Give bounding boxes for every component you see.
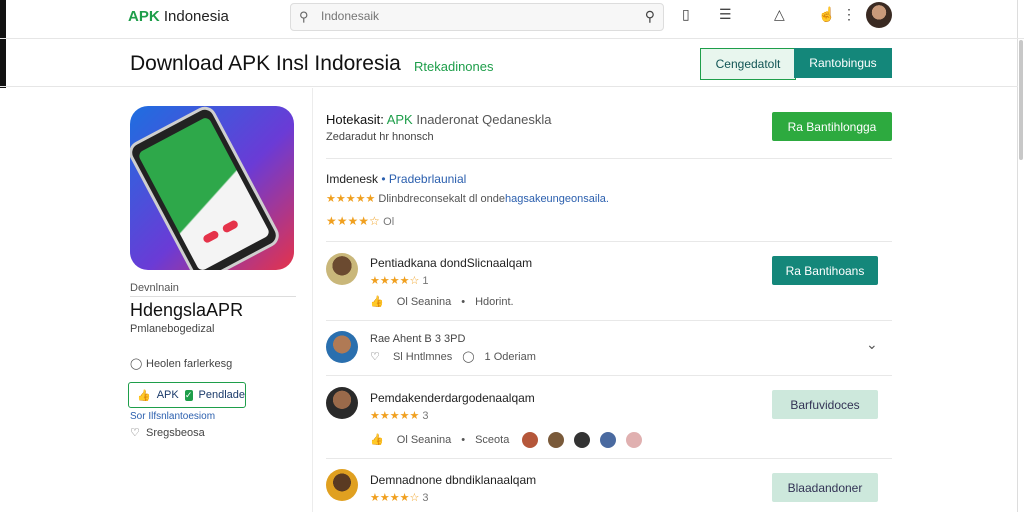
download-button[interactable]: Ra Bantihlongga	[772, 112, 892, 141]
rating-summary-2: ★★★★☆ Ol	[326, 214, 395, 228]
download-label: Devnlnain	[130, 282, 179, 294]
bell-icon[interactable]: △	[774, 6, 785, 23]
left-divider	[130, 296, 296, 297]
info-row-2[interactable]: ♡ Sregsbeosa	[130, 426, 205, 439]
app-name: HdengslaAPR	[130, 300, 244, 320]
top-bar: APK Indonesia ⚲ ⚲ ▯ ☰ △ ☝ ⋮	[0, 0, 1024, 39]
right-edge	[1017, 0, 1024, 512]
review-author: Pemdakenderdargodenaalqam	[370, 391, 535, 405]
info-subtitle: Zedaradut hr hnonsch	[326, 131, 434, 143]
verify-text: Pendlade	[198, 389, 246, 401]
search-submit-icon[interactable]: ⚲	[645, 8, 655, 25]
column-divider	[312, 88, 313, 512]
review-rating: ★★★★☆ 1	[370, 275, 429, 287]
mini-avatar	[600, 432, 617, 448]
info-row-1-text: Heolen farlerkesg	[146, 358, 233, 370]
outline-button[interactable]: Cengedatolt	[700, 48, 796, 80]
verify-label: APK	[156, 389, 179, 401]
reviews-header: Imdenesk • Pradebrlaunial	[326, 172, 467, 186]
search-bar[interactable]: ⚲ ⚲	[290, 3, 664, 31]
review-action-button[interactable]: Blaadandoner	[772, 473, 878, 502]
app-icon	[130, 106, 294, 270]
review-meta: ♡ Sl Hntlmnes ◯ 1 Oderiam	[370, 351, 536, 363]
avatar[interactable]	[326, 387, 358, 419]
check-icon: ✓	[184, 389, 193, 401]
scrollbar[interactable]	[1019, 40, 1023, 160]
heart-icon: ♡	[130, 427, 140, 439]
review-meta: 👍 Ol Seanina • Sceota	[370, 432, 652, 448]
reviews-link[interactable]: Pradebrlaunial	[389, 172, 466, 186]
mini-avatar	[522, 432, 539, 448]
divider	[326, 458, 892, 459]
more-icon[interactable]: ⋮	[842, 6, 856, 23]
logo-text-indonesia: Indonesia	[159, 8, 229, 25]
chevron-down-icon[interactable]: ⌄	[866, 336, 878, 353]
verify-badge[interactable]: 👍 APK ✓ Pendlade	[128, 382, 246, 408]
star-rating: ★★★★☆	[326, 214, 380, 228]
divider	[326, 375, 892, 376]
avatar[interactable]	[326, 253, 358, 285]
mini-avatar	[574, 432, 591, 448]
logo-text-apk: APK	[128, 8, 160, 25]
search-input[interactable]	[319, 8, 623, 24]
info-title: Hotekasit: APK Inaderonat Qedaneskla	[326, 112, 552, 127]
heart-icon: ♡	[370, 351, 380, 363]
page-subtitle[interactable]: Rtekadinones	[414, 59, 494, 74]
mini-avatar	[548, 432, 565, 448]
divider	[326, 158, 892, 159]
comment-icon: ◯	[130, 358, 143, 370]
user-avatar[interactable]	[866, 2, 892, 28]
divider	[326, 320, 892, 321]
rating-summary-1: ★★★★★ Dlinbdreconsekalt dl ondehagsakeun…	[326, 193, 609, 205]
info-row-2-text: Sregsbeosa	[146, 427, 205, 439]
site-logo[interactable]: APK Indonesia	[128, 8, 229, 25]
review-author: Demnadnone dbndiklanaalqam	[370, 473, 537, 487]
divider	[326, 241, 892, 242]
thumbs-up-icon: 👍	[137, 389, 151, 402]
verify-link[interactable]: Sor Ilfsnlantoesiom	[130, 411, 215, 422]
search-icon: ⚲	[299, 9, 309, 24]
mini-avatar	[626, 432, 643, 448]
review-rating: ★★★★☆ 3	[370, 492, 429, 504]
avatar[interactable]	[326, 331, 358, 363]
info-row-1[interactable]: ◯ Heolen farlerkesg	[130, 357, 232, 370]
review-rating: ★★★★★ 3	[370, 410, 429, 422]
page-title: Download APK Insl Indoresia	[130, 52, 401, 75]
app-subtitle: Pmlanebogedizal	[130, 323, 215, 335]
bookmark-icon[interactable]: ▯	[682, 6, 690, 23]
thumb-icon[interactable]: ☝	[818, 6, 835, 23]
like-icon: 👍	[370, 433, 384, 446]
review-author: Pentiadkana dondSlicnaalqam	[370, 256, 533, 270]
review-action-button[interactable]: Ra Bantihoans	[772, 256, 878, 285]
list-icon[interactable]: ☰	[719, 6, 732, 23]
phone-illustration	[130, 106, 284, 270]
star-rating: ★★★★★	[326, 193, 376, 205]
comment-icon: ◯	[462, 351, 475, 363]
primary-button[interactable]: Rantobingus	[794, 48, 892, 78]
review-meta: 👍 Ol Seanina • Hdorint.	[370, 296, 514, 308]
like-icon: 👍	[370, 296, 384, 308]
avatar[interactable]	[326, 469, 358, 501]
review-author: Rae Ahent B 3 3PD	[370, 333, 466, 345]
header-divider	[0, 86, 1018, 87]
review-action-button[interactable]: Barfuvidoces	[772, 390, 878, 419]
